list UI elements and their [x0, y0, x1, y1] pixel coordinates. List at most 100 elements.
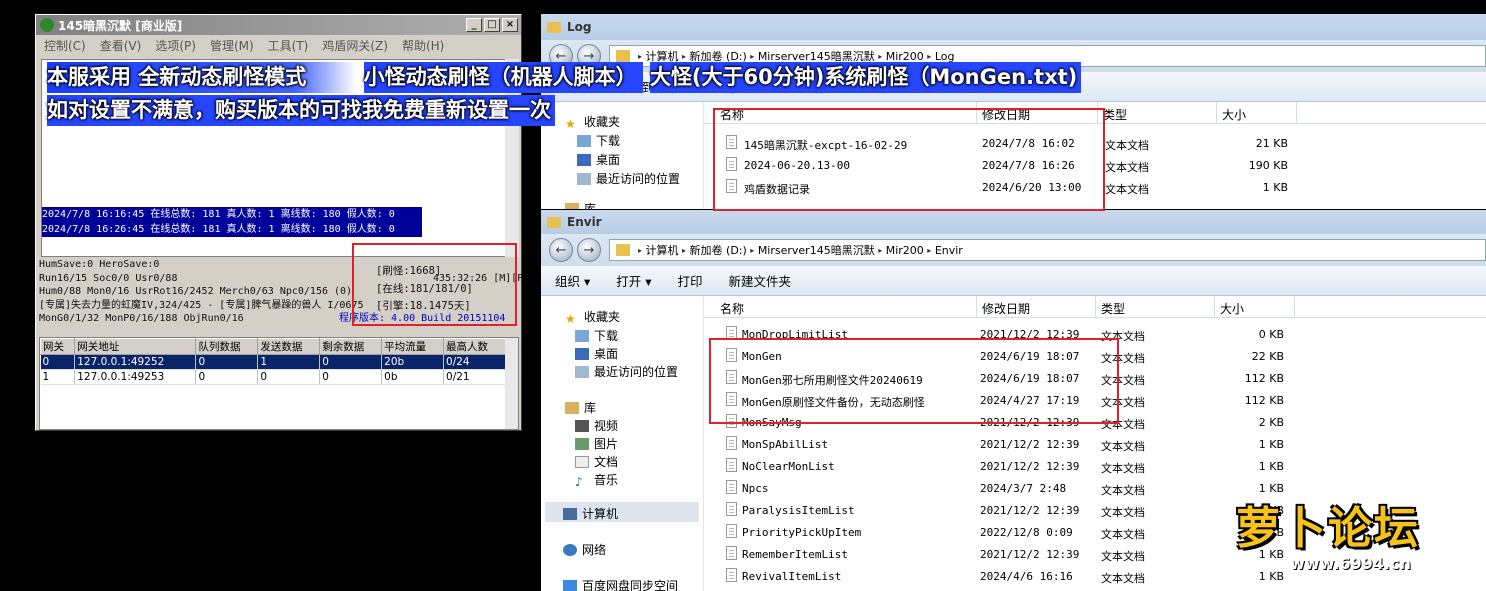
highlight-status: [352, 243, 517, 326]
breadcrumb[interactable]: Mir200: [886, 244, 924, 257]
breadcrumb[interactable]: Log: [935, 50, 955, 63]
nav-videos[interactable]: 视频: [575, 417, 618, 434]
cloud-icon: [563, 580, 577, 591]
maximize-button[interactable]: □: [484, 18, 500, 32]
address-input[interactable]: ▸ 计算机 ▸ 新加卷 (D:) ▸ Mirserver145暗黑沉默 ▸ Mi…: [609, 239, 1486, 261]
breadcrumb[interactable]: 新加卷 (D:): [690, 242, 747, 258]
server-titlebar[interactable]: 145暗黑沉默 [商业版] _ □ ×: [36, 15, 521, 35]
file-row[interactable]: NoClearMonList 2021/12/2 12:39 文本文档 1 KB: [704, 455, 1486, 477]
nav-downloads[interactable]: 下载: [575, 327, 618, 344]
folder-icon: [616, 244, 630, 256]
back-arrow-icon[interactable]: ←: [549, 238, 573, 262]
breadcrumb[interactable]: Envir: [935, 244, 963, 257]
menu-manage[interactable]: 管理(M): [210, 37, 254, 54]
document-icon: [575, 456, 589, 468]
file-type: 文本文档: [1105, 139, 1149, 152]
nav-downloads[interactable]: 下载: [577, 132, 620, 149]
envir-titlebar[interactable]: Envir: [541, 210, 1486, 234]
file-size: 21 KB: [1255, 137, 1288, 150]
file-name: Npcs: [742, 482, 769, 495]
nav-recent[interactable]: 最近访问的位置: [577, 170, 680, 187]
menu-help[interactable]: 帮助(H): [402, 37, 444, 54]
watermark-logo: 萝卜论坛 www.6994.cn: [1236, 492, 1476, 587]
grid-scrollbar[interactable]: [505, 338, 518, 429]
file-size: 1 KB: [1258, 438, 1284, 451]
cell: 127.0.0.1:49253: [74, 369, 197, 385]
promo-line: 如对设置不满意，购买版本的可找我免费重新设置一次: [47, 95, 555, 126]
promo-line: 本服采用 全新动态刷怪模式: [47, 62, 357, 93]
menu-options[interactable]: 选项(P): [155, 37, 196, 54]
nav-desktop[interactable]: 桌面: [577, 151, 620, 168]
nav-label: 图片: [594, 437, 619, 451]
open-button[interactable]: 打开 ▾: [616, 271, 651, 290]
nav-network[interactable]: 网络: [563, 541, 606, 558]
nav-computer[interactable]: 计算机: [545, 502, 699, 522]
nav-documents[interactable]: 文档: [575, 453, 618, 470]
file-type: 文本文档: [1101, 484, 1145, 497]
breadcrumb[interactable]: Mir200: [886, 50, 924, 63]
nav-music[interactable]: ♪ 音乐: [575, 471, 619, 489]
file-row[interactable]: MonSpAbilList 2021/12/2 12:39 文本文档 1 KB: [704, 433, 1486, 455]
new-folder-button[interactable]: 新建文件夹: [729, 271, 792, 290]
file-name: ParalysisItemList: [742, 504, 855, 517]
file-size: 112 KB: [1244, 372, 1284, 385]
nav-library[interactable]: 库: [565, 200, 596, 209]
col-name[interactable]: 名称: [720, 300, 744, 317]
col-type[interactable]: 类型: [1101, 300, 1125, 317]
menu-view[interactable]: 查看(V): [100, 37, 142, 54]
nav-library[interactable]: 库: [565, 399, 596, 416]
nav-label: 收藏夹: [584, 310, 621, 324]
cell: 0: [257, 369, 321, 385]
picture-icon: [575, 438, 589, 450]
col-size[interactable]: 大小: [1220, 300, 1244, 317]
recent-icon: [577, 173, 591, 185]
col-address[interactable]: 网关地址: [74, 338, 197, 355]
text-file-icon: [726, 546, 737, 560]
print-button[interactable]: 打印: [678, 271, 703, 290]
breadcrumb[interactable]: Mirserver145暗黑沉默: [758, 242, 875, 258]
folder-icon: [616, 50, 630, 62]
file-date: 2021/12/2 12:39: [980, 438, 1080, 451]
cell: 0: [319, 354, 383, 370]
nav-baidu[interactable]: 百度网盘同步空间: [563, 577, 678, 591]
col-date[interactable]: 修改日期: [982, 300, 1030, 317]
file-date: 2021/12/2 12:39: [980, 504, 1080, 517]
nav-label: 文档: [594, 455, 619, 469]
nav-favorites[interactable]: ★ 收藏夹: [565, 308, 621, 326]
col-avg-traffic[interactable]: 平均流量: [381, 338, 445, 355]
nav-label: 库: [584, 202, 597, 209]
breadcrumb[interactable]: 计算机: [646, 242, 679, 258]
organize-button[interactable]: 组织 ▾: [555, 271, 590, 290]
minimize-button[interactable]: _: [466, 18, 482, 32]
nav-pictures[interactable]: 图片: [575, 435, 618, 452]
table-row[interactable]: 1 127.0.0.1:49253 0 0 0 0b 0/21: [40, 369, 506, 385]
col-max-users[interactable]: 最高人数: [443, 338, 506, 355]
cell: 0/21: [443, 369, 506, 385]
text-file-icon: [726, 502, 737, 516]
table-row[interactable]: 0 127.0.0.1:49252 0 1 0 20b 0/24: [40, 354, 506, 370]
log-titlebar[interactable]: Log: [541, 14, 1486, 40]
cell: 0: [195, 354, 259, 370]
nav-pane: ★ 收藏夹 下载 桌面 最近访问的位置 库 视频 图片 文档 ♪ 音乐 计算机 网络…: [541, 296, 701, 591]
window-title: Envir: [567, 215, 602, 229]
menu-gateway[interactable]: 鸡盾网关(Z): [322, 37, 388, 54]
nav-recent[interactable]: 最近访问的位置: [575, 363, 678, 380]
file-type: 文本文档: [1105, 161, 1149, 174]
file-type: 文本文档: [1101, 572, 1145, 585]
col-queue[interactable]: 队列数据: [195, 338, 259, 355]
file-type: 文本文档: [1101, 528, 1145, 541]
cell: 20b: [381, 354, 445, 370]
col-remaining[interactable]: 剩余数据: [319, 338, 383, 355]
forward-arrow-icon[interactable]: →: [577, 238, 601, 262]
file-date: 2022/12/8 0:09: [980, 526, 1073, 539]
download-icon: [575, 330, 589, 342]
menu-tools[interactable]: 工具(T): [268, 37, 309, 54]
nav-label: 视频: [594, 419, 619, 433]
close-button[interactable]: ×: [502, 18, 518, 32]
nav-label: 音乐: [594, 473, 619, 487]
nav-label: 计算机: [582, 507, 619, 521]
col-sent[interactable]: 发送数据: [257, 338, 321, 355]
menu-control[interactable]: 控制(C): [44, 37, 86, 54]
col-gateway[interactable]: 网关: [39, 338, 76, 355]
nav-desktop[interactable]: 桌面: [575, 345, 618, 362]
